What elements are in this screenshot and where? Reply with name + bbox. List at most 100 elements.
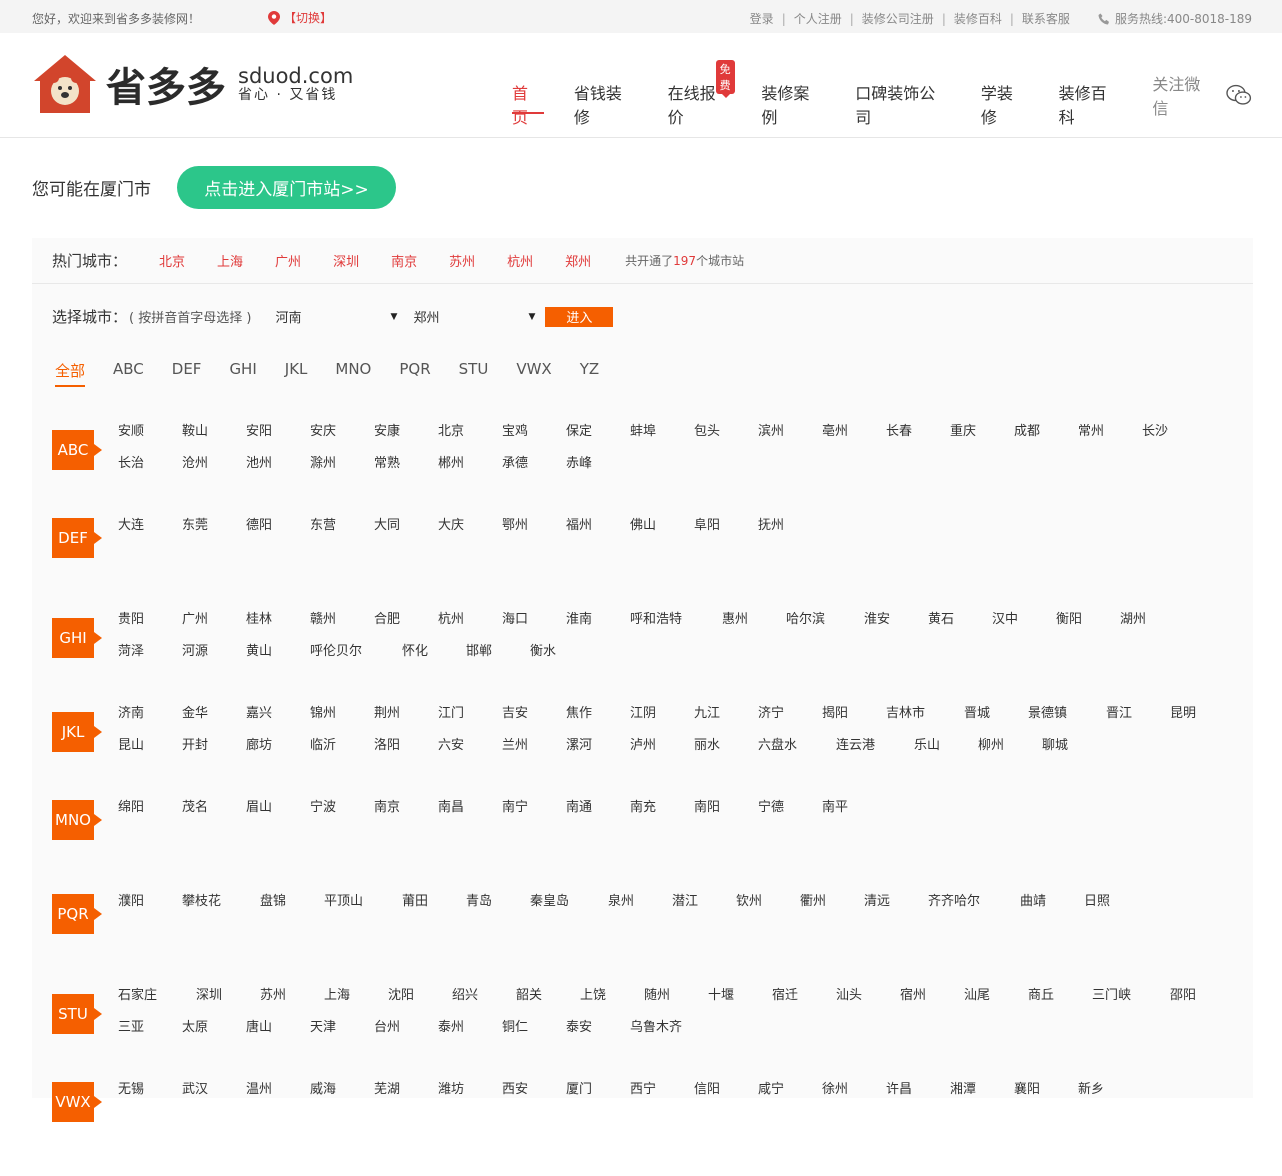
hot-city[interactable]: 广州 — [275, 251, 301, 270]
nav-companies[interactable]: 口碑装饰公司 — [855, 80, 951, 127]
hot-city[interactable]: 深圳 — [333, 251, 359, 270]
city-link[interactable]: 厦门 — [566, 1082, 630, 1114]
city-link[interactable]: 汉中 — [992, 612, 1056, 644]
city-link[interactable]: 江阴 — [630, 706, 694, 738]
city-link[interactable]: 洛阳 — [374, 738, 438, 770]
city-link[interactable]: 东营 — [310, 518, 374, 550]
city-link[interactable]: 丽水 — [694, 738, 758, 770]
city-link[interactable]: 日照 — [1084, 894, 1148, 926]
city-link[interactable]: 吉安 — [502, 706, 566, 738]
city-link[interactable]: 晋城 — [964, 706, 1028, 738]
city-link[interactable]: 廊坊 — [246, 738, 310, 770]
city-link[interactable]: 清远 — [864, 894, 928, 926]
city-link[interactable]: 抚州 — [758, 518, 822, 550]
city-link[interactable]: 潍坊 — [438, 1082, 502, 1114]
letter-tab[interactable]: DEF — [172, 360, 202, 387]
hot-city[interactable]: 苏州 — [449, 251, 475, 270]
nav-online-quote[interactable]: 在线报价 免费 — [668, 60, 735, 127]
city-link[interactable]: 曲靖 — [1020, 894, 1084, 926]
city-link[interactable]: 昆明 — [1170, 706, 1234, 738]
city-link[interactable]: 佛山 — [630, 518, 694, 550]
city-link[interactable]: 乌鲁木齐 — [630, 1020, 722, 1052]
city-link[interactable]: 鞍山 — [182, 424, 246, 456]
hot-city[interactable]: 杭州 — [507, 251, 533, 270]
city-link[interactable]: 西安 — [502, 1082, 566, 1114]
city-link[interactable]: 大连 — [118, 518, 182, 550]
city-link[interactable]: 滨州 — [758, 424, 822, 456]
city-link[interactable]: 宝鸡 — [502, 424, 566, 456]
city-link[interactable]: 惠州 — [722, 612, 786, 644]
city-link[interactable]: 濮阳 — [118, 894, 182, 926]
city-link[interactable]: 江门 — [438, 706, 502, 738]
city-link[interactable]: 青岛 — [466, 894, 530, 926]
letter-tab[interactable]: JKL — [285, 360, 308, 387]
enter-city-site-button[interactable]: 点击进入厦门市站>> — [177, 166, 396, 209]
city-link[interactable]: 北京 — [438, 424, 502, 456]
city-link[interactable]: 吉林市 — [886, 706, 964, 738]
city-link[interactable]: 东莞 — [182, 518, 246, 550]
city-link[interactable]: 包头 — [694, 424, 758, 456]
city-link[interactable]: 兰州 — [502, 738, 566, 770]
city-link[interactable]: 秦皇岛 — [530, 894, 608, 926]
city-link[interactable]: 亳州 — [822, 424, 886, 456]
switch-label[interactable]: 【切换】 — [284, 9, 332, 26]
city-link[interactable]: 常熟 — [374, 456, 438, 488]
city-link[interactable]: 汕头 — [836, 988, 900, 1020]
city-link[interactable]: 信阳 — [694, 1082, 758, 1114]
city-link[interactable]: 绍兴 — [452, 988, 516, 1020]
city-link[interactable]: 齐齐哈尔 — [928, 894, 1020, 926]
city-link[interactable]: 绵阳 — [118, 800, 182, 832]
city-link[interactable]: 新乡 — [1078, 1082, 1142, 1114]
personal-register-link[interactable]: 个人注册 — [794, 10, 842, 27]
city-link[interactable]: 长春 — [886, 424, 950, 456]
city-link[interactable]: 成都 — [1014, 424, 1078, 456]
city-link[interactable]: 六安 — [438, 738, 502, 770]
city-link[interactable]: 合肥 — [374, 612, 438, 644]
city-link[interactable]: 湖州 — [1120, 612, 1184, 644]
city-link[interactable]: 沧州 — [182, 456, 246, 488]
city-link[interactable]: 平顶山 — [324, 894, 402, 926]
city-link[interactable]: 台州 — [374, 1020, 438, 1052]
city-link[interactable]: 大庆 — [438, 518, 502, 550]
city-link[interactable]: 十堰 — [708, 988, 772, 1020]
hot-city[interactable]: 上海 — [217, 251, 243, 270]
city-link[interactable]: 蚌埠 — [630, 424, 694, 456]
city-link[interactable]: 淮安 — [864, 612, 928, 644]
city-link[interactable]: 铜仁 — [502, 1020, 566, 1052]
city-link[interactable]: 赤峰 — [566, 456, 630, 488]
city-link[interactable]: 衡水 — [530, 644, 594, 676]
city-link[interactable]: 焦作 — [566, 706, 630, 738]
city-link[interactable]: 常州 — [1078, 424, 1142, 456]
hot-city[interactable]: 南京 — [391, 251, 417, 270]
enter-button[interactable]: 进入 — [545, 306, 614, 327]
city-link[interactable]: 河源 — [182, 644, 246, 676]
city-link[interactable]: 沈阳 — [388, 988, 452, 1020]
city-link[interactable]: 景德镇 — [1028, 706, 1106, 738]
nav-encyclopedia[interactable]: 装修百科 — [1059, 80, 1123, 127]
city-switch[interactable]: 【切换】 — [268, 9, 332, 26]
city-link[interactable]: 菏泽 — [118, 644, 182, 676]
city-link[interactable]: 威海 — [310, 1082, 374, 1114]
city-link[interactable]: 赣州 — [310, 612, 374, 644]
letter-tab[interactable]: 全部 — [55, 360, 86, 387]
city-link[interactable]: 保定 — [566, 424, 630, 456]
city-link[interactable]: 南京 — [374, 800, 438, 832]
city-link[interactable]: 晋江 — [1106, 706, 1170, 738]
city-link[interactable]: 芜湖 — [374, 1082, 438, 1114]
city-link[interactable]: 南阳 — [694, 800, 758, 832]
city-link[interactable]: 三门峡 — [1092, 988, 1170, 1020]
letter-tab[interactable]: ABC — [113, 360, 144, 387]
letter-tab[interactable]: YZ — [580, 360, 599, 387]
city-link[interactable]: 怀化 — [402, 644, 466, 676]
city-link[interactable]: 广州 — [182, 612, 246, 644]
city-link[interactable]: 海口 — [502, 612, 566, 644]
encyclopedia-link[interactable]: 装修百科 — [954, 10, 1002, 27]
city-link[interactable]: 济南 — [118, 706, 182, 738]
letter-tab[interactable]: VWX — [516, 360, 551, 387]
city-link[interactable]: 上饶 — [580, 988, 644, 1020]
city-link[interactable]: 随州 — [644, 988, 708, 1020]
city-link[interactable]: 鄂州 — [502, 518, 566, 550]
city-link[interactable]: 石家庄 — [118, 988, 196, 1020]
letter-tab[interactable]: GHI — [229, 360, 256, 387]
city-link[interactable]: 邯郸 — [466, 644, 530, 676]
